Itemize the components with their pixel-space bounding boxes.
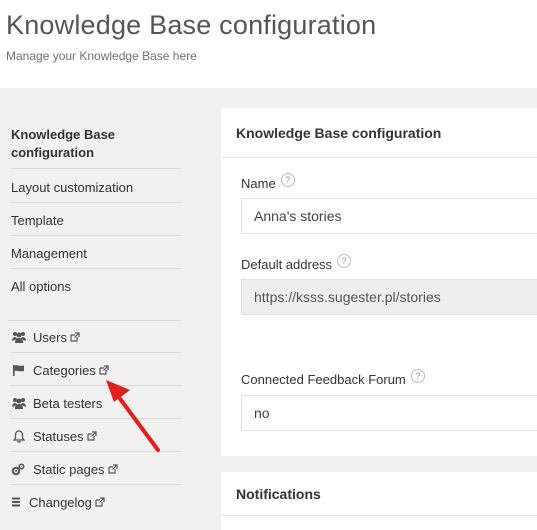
external-link-icon [95,497,105,507]
connected-forum-select[interactable]: no [241,395,537,431]
name-input[interactable]: Anna's stories [241,198,537,234]
help-icon[interactable]: ? [410,368,425,383]
divider [8,320,181,321]
external-link-icon [86,431,97,441]
default-address-label-text: Default address [241,257,333,272]
bell-icon [11,429,27,443]
name-label-text: Name [241,176,276,191]
sidebar-link-statuses[interactable]: Statuses [11,427,181,445]
help-icon[interactable]: ? [280,172,295,187]
divider [11,352,181,353]
sidebar-link-label: Categories [33,362,96,378]
sidebar-link-beta-testers[interactable]: Beta testers [11,394,181,412]
sidebar-link-label: Static pages [33,461,105,477]
sidebar-item-management[interactable]: Management [11,244,181,262]
divider [11,268,181,269]
page-title: Knowledge Base configuration [6,10,377,40]
users-icon [11,330,27,344]
panel-header: Knowledge Base configuration [221,108,537,158]
default-address-label: Default address ? [241,253,352,272]
content-area: Knowledge Base configuration Layout cust… [0,88,537,530]
sidebar-link-label: Users [33,329,67,345]
connected-forum-label-text: Connected Feedback Forum [241,372,406,387]
name-label: Name ? [241,172,295,191]
sidebar-link-label: Statuses [33,428,84,444]
page-subtitle: Manage your Knowledge Base here [6,49,197,63]
sidebar-item-template[interactable]: Template [11,211,181,229]
sidebar-item-layout-customization[interactable]: Layout customization [11,178,181,196]
notifications-title: Notifications [236,486,321,502]
divider [11,418,181,419]
divider [11,202,181,203]
external-link-icon [70,332,80,342]
divider [11,451,181,452]
panel-header: Notifications [221,472,537,516]
help-icon[interactable]: ? [337,253,352,268]
sidebar-link-users[interactable]: Users [11,328,181,346]
default-address-input: https://ksss.sugester.pl/stories [241,279,537,315]
external-link-icon [107,464,118,474]
divider [11,235,181,236]
sidebar-link-label: Changelog [29,494,92,510]
sidebar-item-kb-configuration[interactable]: Knowledge Base configuration [11,126,161,162]
panel-title: Knowledge Base configuration [236,125,442,141]
flag-icon [11,363,27,377]
sidebar: Knowledge Base configuration Layout cust… [0,88,181,530]
sidebar-item-all-options[interactable]: All options [11,277,181,295]
sidebar-link-label: Beta testers [33,395,103,411]
sidebar-link-static-pages[interactable]: Static pages [11,460,181,478]
configuration-panel: Knowledge Base configuration Name ? Anna… [221,108,537,456]
notifications-panel: Notifications [221,472,537,530]
users-icon [11,396,27,410]
divider [11,168,181,169]
divider [11,385,181,386]
divider [11,484,181,485]
external-link-icon [99,365,109,375]
list-icon [11,495,21,509]
cogs-icon [11,462,25,476]
sidebar-link-categories[interactable]: Categories [11,361,181,379]
connected-forum-label: Connected Feedback Forum ? [241,368,425,387]
page-header: Knowledge Base configuration Manage your… [0,0,537,88]
sidebar-link-changelog[interactable]: Changelog [11,493,181,511]
